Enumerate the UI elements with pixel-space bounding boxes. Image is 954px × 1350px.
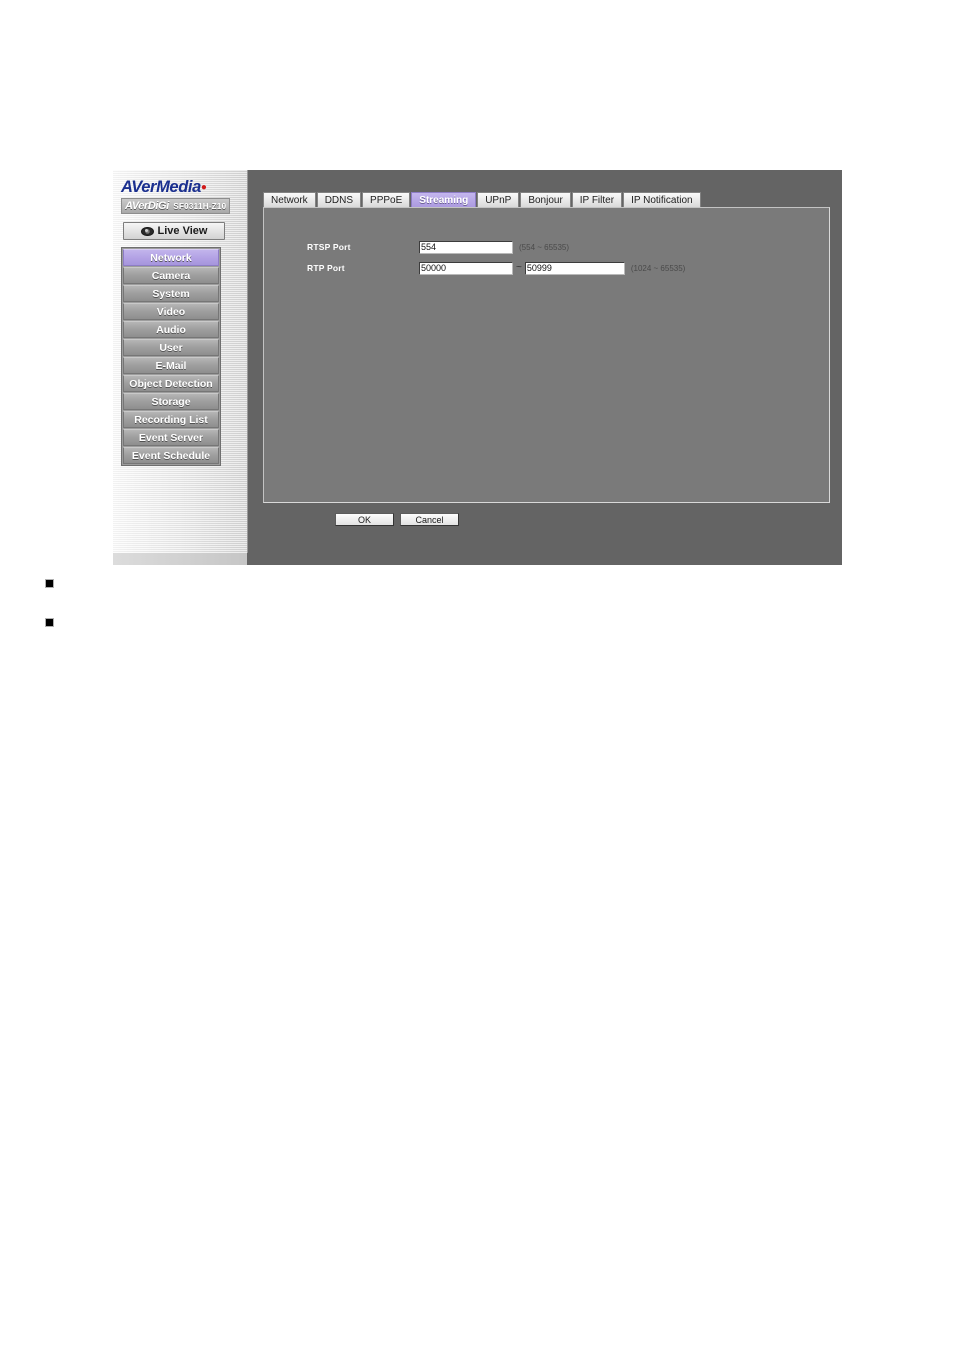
rtp-port-end-input[interactable]: [524, 261, 625, 275]
document-bullet-marker: [45, 579, 54, 588]
brand-logo: AVerMedia● AVerDiGi SF0311H-Z10: [121, 179, 241, 214]
sidebar-item-audio[interactable]: Audio: [123, 321, 219, 338]
sidebar: AVerMedia● AVerDiGi SF0311H-Z10 Live Vie…: [113, 170, 248, 565]
sidebar-item-recording-list[interactable]: Recording List: [123, 411, 219, 428]
sidebar-item-event-server[interactable]: Event Server: [123, 429, 219, 446]
live-view-label: Live View: [157, 225, 208, 237]
tab-pppoe[interactable]: PPPoE: [362, 192, 411, 207]
logo-model-text: SF0311H-Z10: [173, 202, 227, 211]
live-view-button[interactable]: Live View: [123, 222, 225, 240]
sidebar-item-camera[interactable]: Camera: [123, 267, 219, 284]
dialog-button-bar: OK Cancel: [263, 513, 459, 526]
tab-upnp[interactable]: UPnP: [477, 192, 520, 207]
device-web-ui-frame: AVerMedia● AVerDiGi SF0311H-Z10 Live Vie…: [113, 170, 842, 565]
rtp-port-label: RTP Port: [307, 263, 345, 273]
sidebar-item-object-detection[interactable]: Object Detection: [123, 375, 219, 392]
rtp-port-start-input[interactable]: [419, 261, 513, 275]
sidebar-item-network[interactable]: Network: [123, 249, 219, 266]
tab-bonjour[interactable]: Bonjour: [520, 192, 571, 207]
rtp-range-separator: ~: [516, 262, 522, 273]
document-bullet-marker: [45, 618, 54, 627]
tab-network[interactable]: Network: [263, 192, 316, 207]
tab-ddns[interactable]: DDNS: [316, 192, 362, 207]
logo-trademark-dot: ●: [200, 182, 207, 193]
eye-icon: [140, 226, 154, 236]
cancel-button[interactable]: Cancel: [400, 513, 459, 526]
tab-ip-notification[interactable]: IP Notification: [623, 192, 701, 207]
content-area: Network DDNS PPPoE Streaming UPnP Bonjou…: [249, 170, 842, 565]
sidebar-item-system[interactable]: System: [123, 285, 219, 302]
sidebar-item-video[interactable]: Video: [123, 303, 219, 320]
rtp-port-range-hint: (1024 ~ 65535): [630, 263, 686, 273]
sidebar-item-storage[interactable]: Storage: [123, 393, 219, 410]
streaming-settings-panel: RTSP Port (554 ~ 65535) RTP Port ~ (1024…: [263, 207, 830, 503]
rtsp-port-input[interactable]: [419, 240, 513, 254]
sidebar-item-user[interactable]: User: [123, 339, 219, 356]
tab-ip-filter[interactable]: IP Filter: [571, 192, 623, 207]
sidebar-nav-menu: Network Camera System Video Audio User E…: [121, 247, 221, 466]
sidebar-item-email[interactable]: E-Mail: [123, 357, 219, 374]
sidebar-item-event-schedule[interactable]: Event Schedule: [123, 447, 219, 464]
logo-model-badge: AVerDiGi SF0311H-Z10: [121, 198, 231, 214]
rtsp-port-label: RTSP Port: [307, 242, 351, 252]
rtp-port-row: RTP Port ~ (1024 ~ 65535): [264, 261, 829, 275]
tab-bar: Network DDNS PPPoE Streaming UPnP Bonjou…: [263, 192, 701, 207]
rtsp-port-row: RTSP Port (554 ~ 65535): [264, 240, 829, 254]
logo-avermedia: AVerMedia●: [121, 179, 241, 196]
logo-avermedia-text: AVerMedia: [121, 178, 201, 196]
logo-averdigi-text: AVerDiGi: [125, 200, 169, 212]
ok-button[interactable]: OK: [335, 513, 394, 526]
rtsp-port-range-hint: (554 ~ 65535): [519, 242, 570, 252]
tab-streaming[interactable]: Streaming: [411, 192, 477, 207]
